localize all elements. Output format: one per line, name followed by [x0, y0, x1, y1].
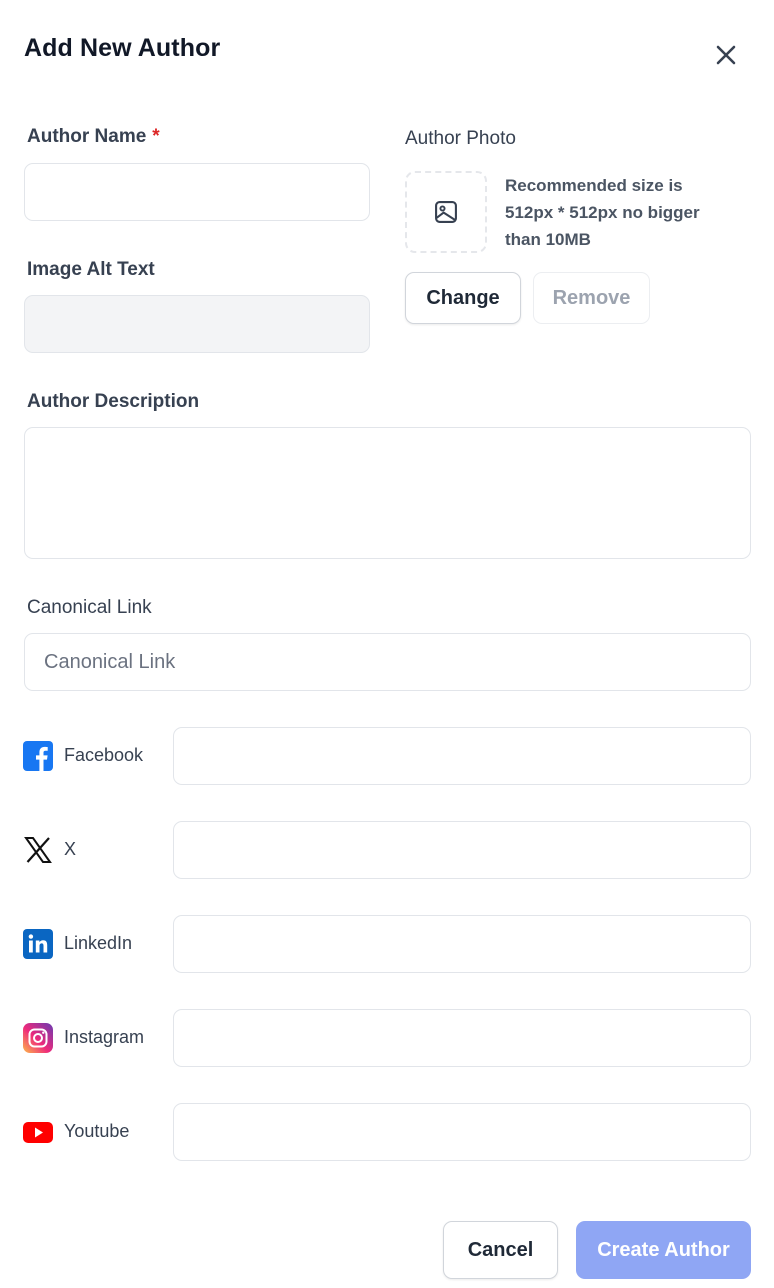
facebook-icon — [23, 741, 53, 771]
author-description-label: Author Description — [27, 391, 200, 412]
x-label: X — [64, 839, 77, 859]
facebook-label: Facebook — [64, 745, 144, 765]
author-name-label: Author Name * — [27, 126, 160, 148]
author-name-label-text: Author Name — [27, 126, 147, 147]
change-photo-button[interactable]: Change — [405, 272, 521, 324]
remove-photo-button[interactable]: Remove — [533, 272, 650, 324]
instagram-icon — [23, 1023, 53, 1053]
instagram-input[interactable] — [173, 1009, 751, 1067]
photo-size-hint: Recommended size is 512px * 512px no big… — [505, 176, 700, 249]
instagram-label: Instagram — [64, 1027, 145, 1047]
photo-upload-area[interactable] — [405, 171, 487, 253]
linkedin-input[interactable] — [173, 915, 751, 973]
close-icon[interactable] — [709, 38, 743, 72]
cancel-button[interactable]: Cancel — [443, 1221, 558, 1279]
canonical-link-input[interactable] — [24, 633, 751, 691]
required-marker: * — [152, 126, 160, 147]
youtube-input[interactable] — [173, 1103, 751, 1161]
youtube-icon — [23, 1117, 53, 1147]
author-name-input[interactable] — [24, 163, 370, 221]
add-author-modal: Add New Author Author Name * Image Alt Te… — [0, 0, 774, 1288]
modal-title: Add New Author — [24, 34, 221, 62]
author-description-textarea[interactable] — [24, 427, 751, 559]
linkedin-icon — [23, 929, 53, 959]
author-photo-label: Author Photo — [405, 128, 516, 149]
create-author-button[interactable]: Create Author — [576, 1221, 751, 1279]
image-alt-text-input[interactable] — [24, 295, 370, 353]
linkedin-label: LinkedIn — [64, 933, 133, 953]
canonical-link-label: Canonical Link — [27, 597, 152, 618]
facebook-input[interactable] — [173, 727, 751, 785]
x-input[interactable] — [173, 821, 751, 879]
image-icon — [435, 201, 457, 223]
youtube-label: Youtube — [64, 1121, 130, 1141]
image-alt-text-label: Image Alt Text — [27, 259, 155, 280]
x-icon — [23, 835, 53, 865]
